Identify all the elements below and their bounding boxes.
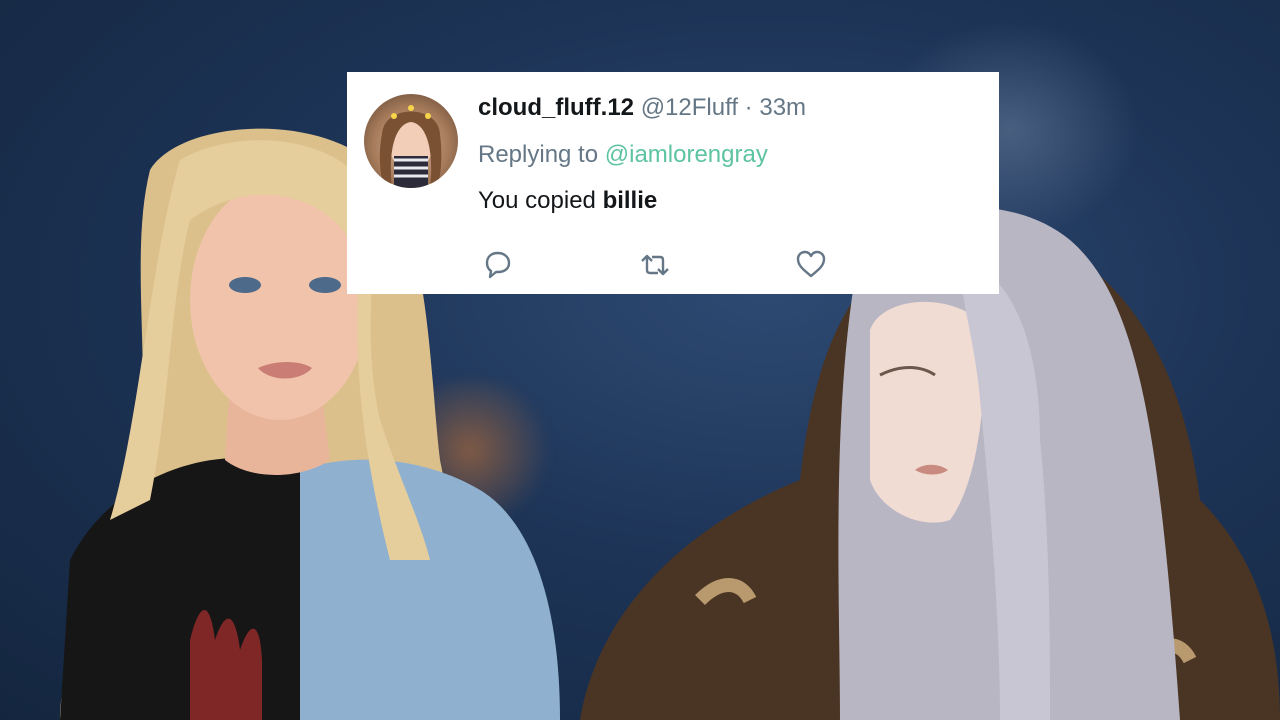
replying-to-label: Replying to [478, 141, 599, 168]
header-separator: · [744, 94, 753, 121]
tweet-timestamp[interactable]: 33m [759, 94, 806, 121]
display-name[interactable]: cloud_fluff.12 [478, 94, 634, 121]
tweet-text: You copied billie [478, 187, 657, 215]
user-handle[interactable]: @12Fluff [641, 94, 738, 121]
replying-to-link[interactable]: @iamlorengray [605, 141, 768, 168]
retweet-icon [641, 254, 669, 276]
heart-icon [796, 250, 826, 278]
tweet-card[interactable]: cloud_fluff.12 @12Fluff · 33m Replying t… [347, 72, 999, 294]
tweet-text-bold: billie [602, 187, 658, 214]
avatar-image [379, 105, 442, 188]
replying-to-line: Replying to @iamlorengray [478, 141, 768, 169]
reply-icon [485, 251, 511, 279]
tweet-text-prefix: You copied [478, 187, 596, 214]
tweet-header: cloud_fluff.12 @12Fluff · 33m [478, 94, 806, 122]
like-button[interactable] [794, 248, 828, 282]
reply-button[interactable] [481, 248, 515, 282]
user-avatar[interactable] [364, 94, 458, 188]
retweet-button[interactable] [638, 248, 672, 282]
